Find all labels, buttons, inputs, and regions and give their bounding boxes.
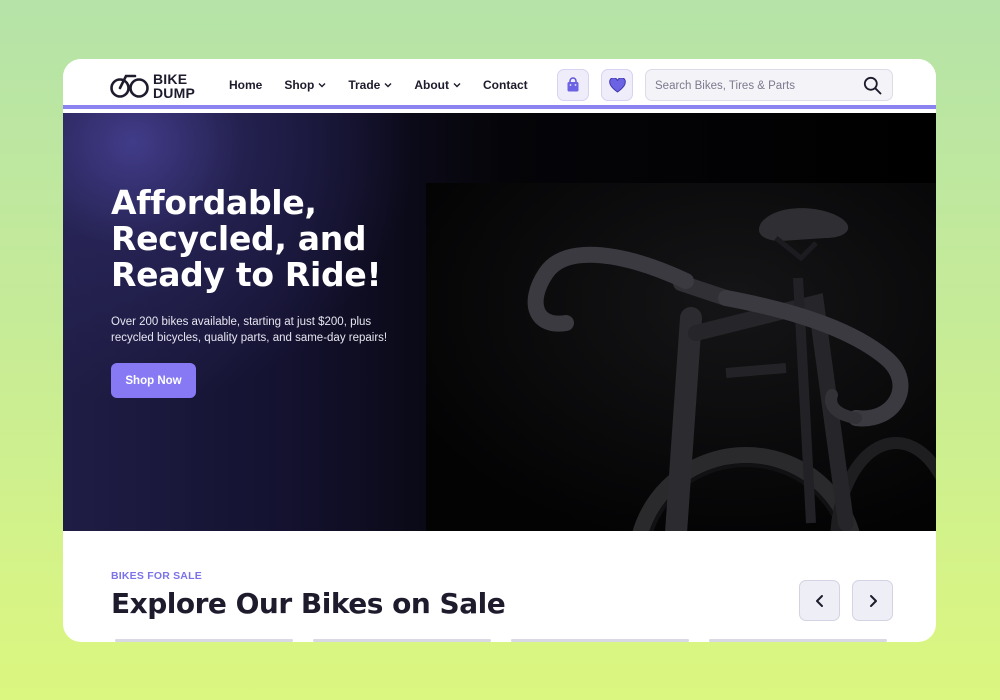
nav-shop-label: Shop xyxy=(284,78,315,92)
chevron-down-icon xyxy=(384,83,392,88)
carousel-next-button[interactable] xyxy=(852,580,893,621)
cart-button[interactable] xyxy=(557,69,589,101)
nav-home[interactable]: Home xyxy=(229,78,262,92)
hero-banner: Affordable, Recycled, and Ready to Ride!… xyxy=(63,113,936,531)
nav-about[interactable]: About xyxy=(414,78,461,92)
wishlist-button[interactable] xyxy=(601,69,633,101)
search-icon[interactable] xyxy=(863,76,882,95)
product-card-peek[interactable] xyxy=(709,639,887,642)
nav-trade[interactable]: Trade xyxy=(348,78,392,92)
hero-subtitle: Over 200 bikes available, starting at ju… xyxy=(111,316,388,344)
logo-text: BIKE DUMP xyxy=(153,72,195,100)
logo-line-1: BIKE xyxy=(153,71,188,87)
product-card-peek[interactable] xyxy=(313,639,491,642)
section-eyebrow: BIKES FOR SALE xyxy=(111,570,202,582)
main-nav: Home Shop Trade About Contact xyxy=(229,78,550,92)
bicycle-hero-image xyxy=(426,183,936,531)
nav-trade-label: Trade xyxy=(348,78,381,92)
nav-about-label: About xyxy=(414,78,450,92)
carousel-prev-button[interactable] xyxy=(799,580,840,621)
nav-contact[interactable]: Contact xyxy=(483,78,528,92)
shopping-bag-icon xyxy=(567,77,579,92)
section-title: Explore Our Bikes on Sale xyxy=(111,587,506,620)
shop-now-button[interactable]: Shop Now xyxy=(111,363,196,398)
product-card-peek[interactable] xyxy=(115,639,293,642)
chevron-down-icon xyxy=(453,83,461,88)
logo-line-2: DUMP xyxy=(153,85,196,101)
page-card: BIKE DUMP Home Shop Trade About Contact xyxy=(63,59,936,642)
chevron-right-icon xyxy=(869,594,877,607)
nav-shop[interactable]: Shop xyxy=(284,78,326,92)
nav-home-label: Home xyxy=(229,78,263,92)
hero-title: Affordable, Recycled, and Ready to Ride! xyxy=(111,183,382,294)
logo[interactable]: BIKE DUMP xyxy=(110,71,202,101)
search-input[interactable] xyxy=(655,77,855,95)
search-box xyxy=(645,69,893,101)
product-card-peek[interactable] xyxy=(511,639,689,642)
site-header: BIKE DUMP Home Shop Trade About Contact xyxy=(63,59,936,109)
chevron-down-icon xyxy=(318,83,326,88)
nav-contact-label: Contact xyxy=(483,78,528,92)
bicycle-logo-icon xyxy=(110,74,149,98)
heart-icon xyxy=(608,77,626,93)
chevron-left-icon xyxy=(815,594,823,607)
